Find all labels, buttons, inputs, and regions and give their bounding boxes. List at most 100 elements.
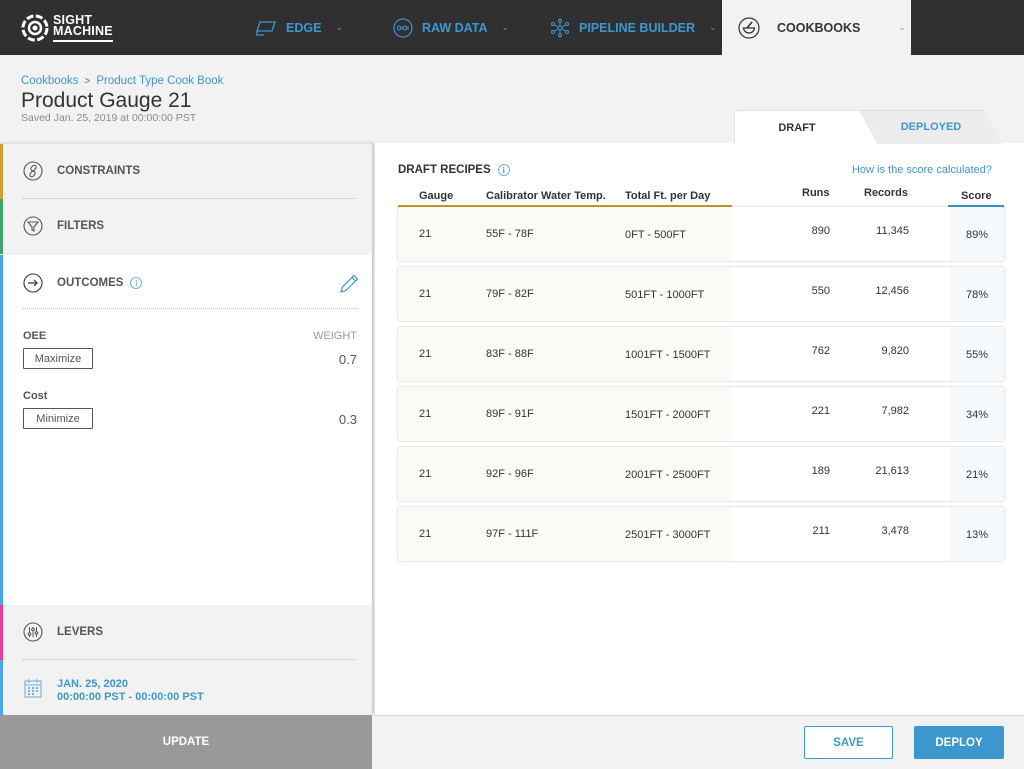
nav-pipeline-builder[interactable]: PIPELINE BUILDER ⌄ [550,0,717,55]
records-cell: 7,982 [881,405,909,417]
records-cell: 9,820 [881,345,909,357]
temp-cell: 97F - 111F [486,528,539,540]
breadcrumb-product-type-cook-book[interactable]: Product Type Cook Book [96,75,223,87]
temp-cell: 55F - 78F [486,228,534,240]
mortar-pestle-icon [738,16,760,39]
filters-header[interactable]: FILTERS [23,216,104,236]
recipe-row[interactable]: 21 83F - 88F 1001FT - 1500FT 762 9,820 55% [398,327,1004,381]
outcomes-label: OUTCOMES [57,277,124,289]
temp-cell: 89F - 91F [486,408,534,420]
gauge-cell: 21 [419,228,432,240]
chevron-down-icon: ⌄ [709,22,717,32]
score-cell: 21% [965,469,988,481]
records-cell: 3,478 [881,525,909,537]
feet-cell: 0FT - 500FT [625,229,686,241]
score-cell: 13% [965,529,988,541]
runs-cell: 211 [812,525,830,537]
sliders-icon [23,622,43,642]
column-header-total-ft-per-day[interactable]: Total Ft. per Day [625,190,710,202]
edge-icon [255,20,277,36]
temp-cell: 79F - 82F [486,288,534,300]
column-header-runs[interactable]: Runs [802,187,830,199]
breadcrumb-cookbooks[interactable]: Cookbooks [21,75,79,87]
tab-deployed[interactable]: DEPLOYED [841,110,1002,144]
recipe-row[interactable]: 21 55F - 78F 0FT - 500FT 890 11,345 89% [398,207,1004,261]
score-cell: 89% [965,229,988,241]
pencil-edit-icon[interactable] [338,273,360,300]
recipe-row[interactable]: 21 89F - 91F 1501FT - 2000FT 221 7,982 34% [398,387,1004,441]
date-color-stripe [0,660,3,716]
nav-label: COOKBOOKS [777,20,861,35]
date-value: JAN. 25, 2020 [57,678,128,690]
breadcrumb-separator: > [84,76,91,87]
constraints-color-stripe [0,144,3,199]
feet-cell: 2001FT - 2500FT [625,469,711,481]
outcomes-color-stripe [0,255,3,605]
date-range-picker[interactable]: JAN. 25, 2020 00:00:00 PST - 00:00:00 PS… [57,678,204,704]
runs-cell: 550 [811,285,830,297]
save-button[interactable]: SAVE [804,726,893,759]
outcome-name-oee: OEE [23,330,47,342]
info-icon[interactable]: i [130,277,143,289]
score-cell: 78% [965,289,988,301]
gauge-cell: 21 [419,348,432,360]
nav-cookbooks[interactable]: COOKBOOKS ⌄ [722,0,911,55]
outcomes-section: OUTCOMES i OEE WEIGHT Maximize 0.7 Cost … [0,255,372,605]
column-header-records[interactable]: Records [864,187,908,199]
brand-line-2: MACHINE [53,24,113,42]
runs-cell: 762 [811,345,830,357]
outcomes-header[interactable]: OUTCOMES i [23,273,143,293]
feet-cell: 1001FT - 1500FT [625,349,711,361]
nav-label: PIPELINE BUILDER [579,20,695,35]
footer-actions: SAVE DEPLOY [375,715,1024,769]
nav-edge[interactable]: EDGE ⌄ [255,0,343,55]
divider [23,308,356,309]
filter-funnel-icon [23,216,43,236]
runs-cell: 221 [811,405,830,417]
update-button[interactable]: UPDATE [0,715,372,769]
temp-cell: 83F - 88F [486,348,534,360]
records-cell: 11,345 [876,225,909,237]
nav-raw-data[interactable]: RAW DATA ⌄ [393,0,509,55]
score-calculation-link[interactable]: How is the score calculated? [852,164,992,176]
breadcrumb: Cookbooks > Product Type Cook Book [21,75,223,87]
levers-color-stripe [0,605,3,660]
sight-machine-logo[interactable]: SIGHT MACHINE [21,13,113,43]
constraints-header[interactable]: CONSTRAINTS [23,161,140,181]
levers-header[interactable]: LEVERS [23,622,103,642]
draft-recipes-panel: DRAFT RECIPES i How is the score calcula… [375,143,1024,715]
nav-label: EDGE [286,20,322,35]
recipe-row[interactable]: 21 92F - 96F 2001FT - 2500FT 189 21,613 21% [398,447,1004,501]
gauge-cell: 21 [419,408,432,420]
column-header-calibrator-water-temp[interactable]: Calibrator Water Temp. [486,190,606,202]
info-icon[interactable]: i [497,164,510,176]
tab-draft[interactable]: DRAFT [734,110,877,144]
deploy-button[interactable]: DEPLOY [914,726,1004,759]
cost-goal-button[interactable]: Minimize [23,408,93,429]
runs-cell: 890 [811,225,830,237]
column-header-gauge[interactable]: Gauge [419,190,453,202]
raw-data-icon [393,17,413,38]
outcome-name-cost: Cost [23,390,48,402]
draft-recipes-heading: DRAFT RECIPES i [398,164,510,176]
time-range-value: 00:00:00 PST - 00:00:00 PST [57,691,204,703]
feet-cell: 1501FT - 2000FT [625,409,711,421]
oee-goal-button[interactable]: Maximize [23,348,93,369]
gauge-cell: 21 [419,288,432,300]
saved-timestamp: Saved Jan. 25, 2019 at 00:00:00 PST [21,112,197,124]
feet-cell: 2501FT - 3000FT [625,529,711,541]
tab-label: DEPLOYED [900,121,962,133]
recipe-row[interactable]: 21 97F - 111F 2501FT - 3000FT 211 3,478 13% [398,507,1004,561]
runs-cell: 189 [811,465,830,477]
column-header-score[interactable]: Score [961,190,992,202]
link-icon [23,161,43,181]
temp-cell: 92F - 96F [486,468,534,480]
calendar-icon[interactable] [24,678,42,703]
records-cell: 12,456 [875,285,909,297]
recipe-settings-panel: CONSTRAINTS FILTERS OUTCOMES i OEE WEIGH… [0,143,372,716]
recipe-row[interactable]: 21 79F - 82F 501FT - 1000FT 550 12,456 78% [398,267,1004,321]
oee-weight-value: 0.7 [338,352,357,367]
gauge-cell: 21 [419,528,432,540]
page-title: Product Gauge 21 [21,89,192,112]
pipeline-icon [550,18,570,38]
